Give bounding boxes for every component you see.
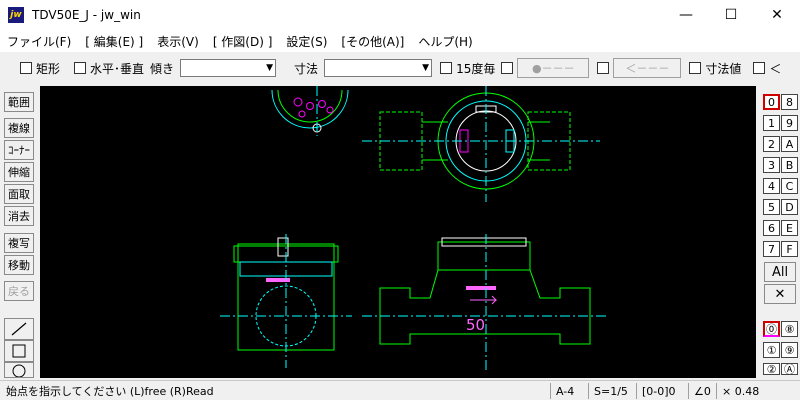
paper-size[interactable]: A-4 xyxy=(550,383,588,399)
dimension-combo[interactable]: ▼ xyxy=(324,59,433,77)
layer-4-button[interactable]: 4 xyxy=(763,178,780,194)
layer-indicator[interactable]: [0-0]0 xyxy=(636,383,688,399)
menu-view[interactable]: 表示(V) xyxy=(150,33,206,50)
move-button[interactable]: 移動 xyxy=(4,255,34,275)
status-bar: 始点を指示してください (L)free (R)Read A-4 S=1/5 [0… xyxy=(0,380,800,400)
erase-button[interactable]: 消去 xyxy=(4,206,34,226)
layer-6-button[interactable]: 6 xyxy=(763,220,780,236)
layer-a-button[interactable]: A xyxy=(781,136,798,152)
layer-c-button[interactable]: C xyxy=(781,178,798,194)
group-1-button[interactable]: ① xyxy=(763,342,780,358)
cad-drawing: 50 xyxy=(220,86,606,370)
layer-7-button[interactable]: 7 xyxy=(763,241,780,257)
menu-help[interactable]: ヘルプ(H) xyxy=(411,33,479,50)
lt-checkbox[interactable] xyxy=(753,62,766,74)
layer-5-button[interactable]: 5 xyxy=(763,199,780,215)
deg15-label: 15度毎 xyxy=(456,61,496,76)
angle-indicator[interactable]: ∠0 xyxy=(688,383,716,399)
maximize-button[interactable]: ☐ xyxy=(708,0,754,30)
all-layers-button[interactable]: All xyxy=(764,262,796,282)
group-9-button[interactable]: ⑨ xyxy=(781,342,798,358)
stretch-button[interactable]: 伸縮 xyxy=(4,162,34,182)
arrow-checkbox[interactable] xyxy=(597,62,610,74)
minimize-button[interactable]: — xyxy=(663,0,709,30)
group-8-button[interactable]: ⑧ xyxy=(781,321,798,337)
rectangle-tool-button[interactable] xyxy=(4,340,34,362)
deg15-checkbox[interactable] xyxy=(440,62,453,74)
corner-button[interactable]: ｺｰﾅｰ xyxy=(4,140,34,160)
tilt-label: 傾き xyxy=(150,61,175,76)
range-button[interactable]: 範囲 xyxy=(4,92,34,112)
menu-edit[interactable]: [ 編集(E) ] xyxy=(78,33,150,50)
title-bar: jw TDV50E_J - jw_win — ☐ ✕ xyxy=(0,0,800,30)
menu-draw[interactable]: [ 作図(D) ] xyxy=(206,33,280,50)
rect-checkbox[interactable] xyxy=(20,62,32,74)
layer-f-button[interactable]: F xyxy=(781,241,798,257)
close-button[interactable]: ✕ xyxy=(754,0,800,30)
layer-1-button[interactable]: 1 xyxy=(763,115,780,131)
layer-d-button[interactable]: D xyxy=(781,199,798,215)
circle-checkbox[interactable] xyxy=(501,62,514,74)
dim-value-label: 寸法値 xyxy=(705,61,742,76)
circle-icon xyxy=(12,364,26,377)
group-0-button[interactable]: ⓪ xyxy=(763,321,780,337)
layer-2-button[interactable]: 2 xyxy=(763,136,780,152)
tilt-combo[interactable]: ▼ xyxy=(180,59,277,77)
line-icon xyxy=(11,322,27,336)
circle-tool-button[interactable] xyxy=(4,362,34,378)
layer-b-button[interactable]: B xyxy=(781,157,798,173)
zoom-indicator[interactable]: × 0.48 xyxy=(716,383,796,399)
dimension-label: 寸法 xyxy=(294,61,319,76)
line-tool-button[interactable] xyxy=(4,318,34,340)
drawing-scale[interactable]: S=1/5 xyxy=(588,383,636,399)
drawing-canvas[interactable]: 50 xyxy=(40,86,756,378)
window-title: TDV50E_J - jw_win xyxy=(32,8,141,22)
layer-8-button[interactable]: 8 xyxy=(781,94,798,110)
rectangle-icon xyxy=(12,344,26,358)
menu-settings[interactable]: 設定(S) xyxy=(279,33,334,50)
parallel-line-button[interactable]: 複線 xyxy=(4,118,34,138)
rect-label: 矩形 xyxy=(36,61,61,76)
chevron-down-icon: ▼ xyxy=(266,63,274,73)
lt-label: ＜ xyxy=(769,61,782,76)
horiz-vert-checkbox[interactable] xyxy=(74,62,87,74)
menu-file[interactable]: ファイル(F) xyxy=(0,33,78,50)
layer-9-button[interactable]: 9 xyxy=(781,115,798,131)
chevron-down-icon: ▼ xyxy=(422,63,430,73)
cross-icon[interactable]: ✕ xyxy=(764,284,796,304)
group-a-button[interactable]: Ⓐ xyxy=(781,363,798,375)
menu-other[interactable]: [その他(A)] xyxy=(334,33,411,50)
left-toolbar: 範囲 複線 ｺｰﾅｰ 伸縮 面取 消去 複写 移動 戻る xyxy=(0,88,38,378)
dim-value-checkbox[interactable] xyxy=(689,62,702,74)
layer-panel: 0 1 2 3 4 5 6 7 8 9 A B C D E F All ✕ ⓪ … xyxy=(760,88,800,378)
group-2-button[interactable]: ② xyxy=(763,363,780,375)
copy-button[interactable]: 複写 xyxy=(4,233,34,253)
arrow-line-button[interactable]: ＜－－－ xyxy=(613,58,682,78)
control-toolbar: 矩形 水平･垂直 傾き ▼ 寸法 ▼ 15度毎 ●－－－ ＜－－－ 寸法値 ＜ xyxy=(0,54,800,82)
model-size-label: 50 xyxy=(466,316,485,334)
menu-bar: ファイル(F) [ 編集(E) ] 表示(V) [ 作図(D) ] 設定(S) … xyxy=(0,30,800,52)
horiz-vert-label: 水平･垂直 xyxy=(90,61,145,76)
layer-e-button[interactable]: E xyxy=(781,220,798,236)
layer-3-button[interactable]: 3 xyxy=(763,157,780,173)
status-message: 始点を指示してください (L)free (R)Read xyxy=(6,385,214,398)
chamfer-button[interactable]: 面取 xyxy=(4,184,34,204)
app-icon: jw xyxy=(8,7,24,23)
undo-button[interactable]: 戻る xyxy=(4,281,34,301)
circle-line-button[interactable]: ●－－－ xyxy=(517,58,590,78)
layer-0-button[interactable]: 0 xyxy=(763,94,780,110)
